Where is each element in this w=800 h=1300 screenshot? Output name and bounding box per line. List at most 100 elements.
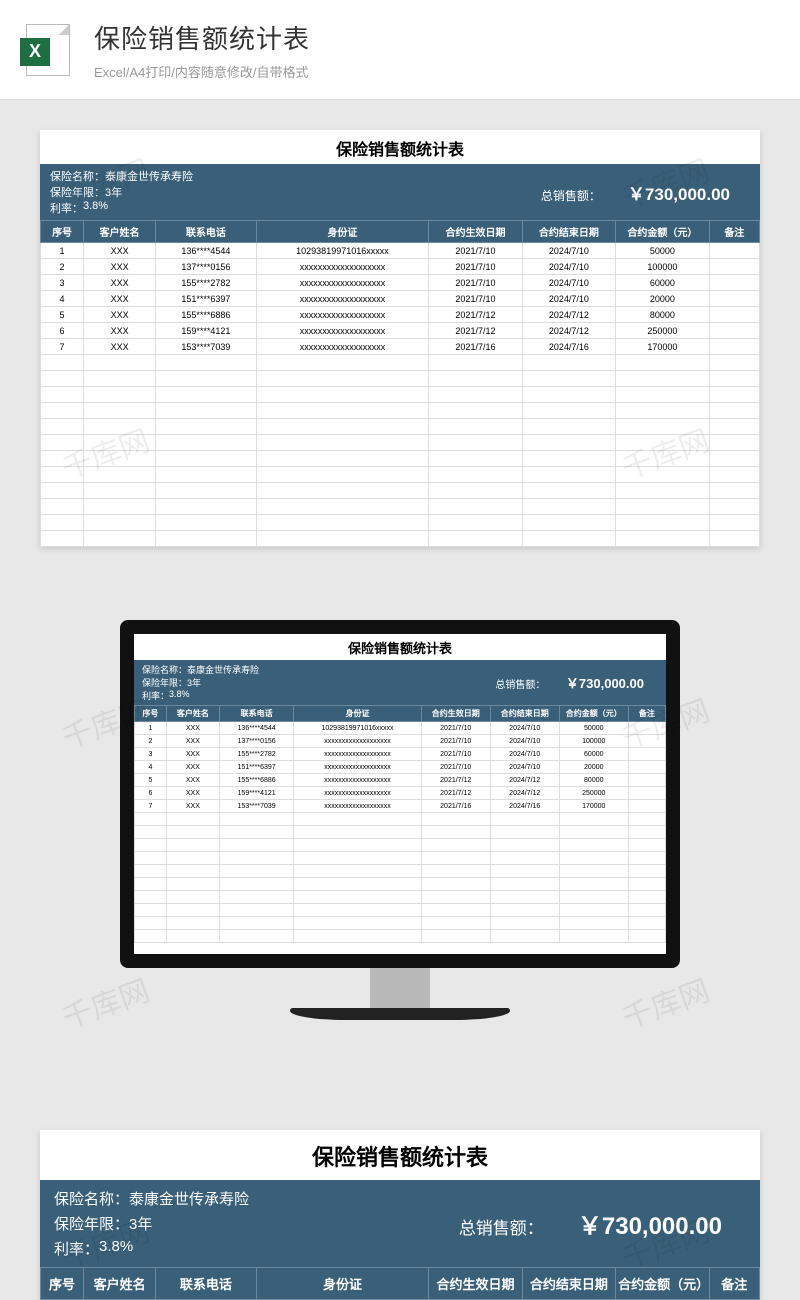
table-row-empty [135, 878, 666, 891]
cell-note [709, 275, 759, 291]
cell-phone: 155****2782 [156, 275, 257, 291]
cell-amount: 170000 [616, 339, 709, 355]
cell-id: xxxxxxxxxxxxxxxxxxx [256, 307, 429, 323]
column-header: 备注 [628, 706, 665, 722]
table-header-row: 序号客户姓名联系电话身份证合约生效日期合约结束日期合约金额（元）备注 [41, 1268, 760, 1300]
cell-phone: 136****4544 [219, 722, 293, 735]
cell-end: 2024/7/10 [522, 291, 615, 307]
column-header: 身份证 [294, 706, 421, 722]
cell-start: 2021/7/10 [429, 259, 522, 275]
cell-no: 1 [41, 243, 84, 259]
cell-no: 5 [135, 774, 167, 787]
table-header-row: 序号客户姓名联系电话身份证合约生效日期合约结束日期合约金额（元）备注 [41, 221, 760, 243]
cell-note [709, 291, 759, 307]
sheet-info-bar: 保险名称：泰康金世传承寿险 保险年限：3年 利率：3.8% 总销售额： ￥730… [134, 660, 666, 705]
cell-note [628, 787, 665, 800]
cell-no: 7 [41, 339, 84, 355]
page-subtitle: Excel/A4打印/内容随意修改/自带格式 [94, 62, 780, 81]
cell-end: 2024/7/12 [490, 787, 559, 800]
monitor-screen: 保险销售额统计表 保险名称：泰康金世传承寿险 保险年限：3年 利率：3.8% 总… [134, 634, 666, 954]
cell-amount: 20000 [616, 291, 709, 307]
cell-id: xxxxxxxxxxxxxxxxxxx [256, 339, 429, 355]
info-name-label: 保险名称： [50, 168, 105, 184]
cell-amount: 250000 [559, 787, 628, 800]
sheet-preview-monitor: 保险销售额统计表 保险名称：泰康金世传承寿险 保险年限：3年 利率：3.8% 总… [134, 634, 666, 943]
cell-id: xxxxxxxxxxxxxxxxxxx [294, 761, 421, 774]
info-term-label: 保险年限： [50, 184, 105, 200]
table-row-empty [41, 467, 760, 483]
cell-phone: 159****4121 [156, 323, 257, 339]
total-sales-value: ￥730,000.00 [578, 1206, 722, 1241]
cell-note [628, 774, 665, 787]
cell-id: xxxxxxxxxxxxxxxxxxx [294, 774, 421, 787]
table-row-empty [41, 531, 760, 547]
column-header: 序号 [135, 706, 167, 722]
table-row-empty [135, 839, 666, 852]
cell-phone: 159****4121 [219, 787, 293, 800]
cell-id: xxxxxxxxxxxxxxxxxxx [256, 323, 429, 339]
cell-note [709, 259, 759, 275]
cell-no: 6 [41, 323, 84, 339]
table-row: 6XXX159****4121xxxxxxxxxxxxxxxxxxx2021/7… [135, 787, 666, 800]
info-term-value: 3年 [187, 676, 201, 689]
table-row: 2XXX137****0156xxxxxxxxxxxxxxxxxxx2021/7… [135, 735, 666, 748]
cell-name: XXX [166, 787, 219, 800]
table-row-empty [135, 826, 666, 839]
cell-no: 2 [135, 735, 167, 748]
column-header: 身份证 [256, 221, 429, 243]
table-row: 7XXX153****7039xxxxxxxxxxxxxxxxxxx2021/7… [41, 339, 760, 355]
column-header: 客户姓名 [84, 221, 156, 243]
column-header: 客户姓名 [84, 1268, 156, 1300]
column-header: 身份证 [256, 1268, 429, 1300]
column-header: 合约生效日期 [429, 221, 522, 243]
cell-end: 2024/7/16 [522, 339, 615, 355]
cell-start: 2021/7/10 [429, 243, 522, 259]
column-header: 合约金额（元） [559, 706, 628, 722]
cell-id: xxxxxxxxxxxxxxxxxxx [256, 259, 429, 275]
sheet-preview-cropped: 保险销售额统计表 保险名称：泰康金世传承寿险 保险年限：3年 利率：3.8% 总… [40, 1130, 760, 1300]
cell-note [628, 800, 665, 813]
cell-name: XXX [166, 761, 219, 774]
cell-no: 4 [135, 761, 167, 774]
table-row-empty [135, 930, 666, 943]
column-header: 序号 [41, 1268, 84, 1300]
cell-name: XXX [84, 259, 156, 275]
cell-start: 2021/7/12 [429, 307, 522, 323]
table-row-empty [135, 865, 666, 878]
cell-phone: 153****7039 [156, 339, 257, 355]
cell-name: XXX [84, 291, 156, 307]
cell-no: 6 [135, 787, 167, 800]
cell-note [628, 735, 665, 748]
cell-phone: 137****0156 [156, 259, 257, 275]
cell-end: 2024/7/16 [490, 800, 559, 813]
cell-name: XXX [166, 748, 219, 761]
total-sales-label: 总销售额： [541, 187, 601, 204]
total-sales-value: ￥730,000.00 [628, 180, 730, 205]
cell-phone: 155****6886 [219, 774, 293, 787]
info-term-value: 3年 [105, 184, 122, 200]
table-row-empty [41, 435, 760, 451]
sheet-preview-large: 保险销售额统计表 保险名称：泰康金世传承寿险 保险年限：3年 利率：3.8% 总… [40, 130, 760, 547]
column-header: 客户姓名 [166, 706, 219, 722]
cell-end: 2024/7/10 [522, 243, 615, 259]
cell-phone: 136****4544 [156, 243, 257, 259]
sheet-info-bar: 保险名称：泰康金世传承寿险 保险年限：3年 利率：3.8% 总销售额： ￥730… [40, 1180, 760, 1267]
total-sales-value: ￥730,000.00 [566, 673, 644, 692]
cell-end: 2024/7/12 [522, 307, 615, 323]
table-row: 3XXX155****2782xxxxxxxxxxxxxxxxxxx2021/7… [41, 275, 760, 291]
sheet-title: 保险销售额统计表 [40, 130, 760, 164]
column-header: 联系电话 [156, 221, 257, 243]
cell-start: 2021/7/12 [421, 787, 490, 800]
table-row: 4XXX151****6397xxxxxxxxxxxxxxxxxxx2021/7… [135, 761, 666, 774]
cell-end: 2024/7/10 [522, 259, 615, 275]
cell-note [709, 243, 759, 259]
table-row-empty [135, 891, 666, 904]
cell-amount: 80000 [616, 307, 709, 323]
column-header: 联系电话 [156, 1268, 257, 1300]
sheet-info-bar: 保险名称：泰康金世传承寿险 保险年限：3年 利率：3.8% 总销售额： ￥730… [40, 164, 760, 220]
cell-no: 3 [41, 275, 84, 291]
cell-no: 7 [135, 800, 167, 813]
table-row: 3XXX155****2782xxxxxxxxxxxxxxxxxxx2021/7… [135, 748, 666, 761]
data-table: 序号客户姓名联系电话身份证合约生效日期合约结束日期合约金额（元）备注 1XXX1… [134, 705, 666, 943]
cell-amount: 60000 [559, 748, 628, 761]
